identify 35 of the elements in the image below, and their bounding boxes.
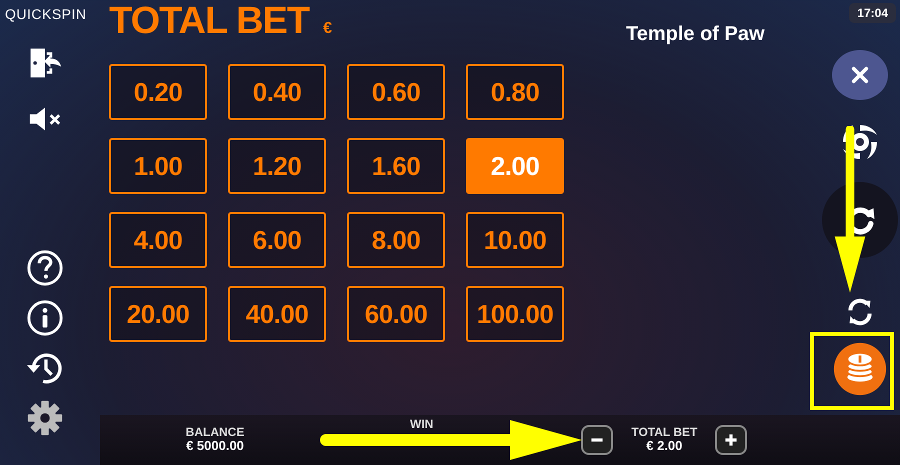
- bet-option[interactable]: 1.00: [109, 138, 208, 194]
- bet-option[interactable]: 8.00: [347, 212, 446, 268]
- increase-bet-button[interactable]: [715, 425, 748, 455]
- bet-option[interactable]: 1.20: [228, 138, 326, 194]
- bet-option[interactable]: 6.00: [228, 212, 326, 268]
- bet-option[interactable]: 0.80: [466, 64, 564, 120]
- close-icon: [851, 66, 869, 84]
- game-title: Temple of Paw: [626, 23, 765, 46]
- total-bet-title: TOTAL BET: [109, 0, 310, 43]
- sound-off-icon[interactable]: [28, 106, 62, 132]
- win-label: WIN: [410, 418, 434, 432]
- decrease-bet-button[interactable]: [581, 425, 614, 455]
- coin-stack-icon[interactable]: [833, 342, 887, 396]
- total-bet-label: TOTAL BET: [631, 426, 698, 440]
- bet-option[interactable]: 0.20: [109, 64, 208, 120]
- bet-option[interactable]: 60.00: [347, 286, 446, 342]
- bet-option[interactable]: 10.00: [466, 212, 564, 268]
- help-icon[interactable]: [26, 249, 64, 287]
- swirl-icon[interactable]: [840, 122, 880, 162]
- bet-option[interactable]: 0.60: [347, 64, 446, 120]
- bet-option[interactable]: 4.00: [109, 212, 208, 268]
- info-icon[interactable]: [26, 299, 64, 337]
- bet-option[interactable]: 20.00: [109, 286, 208, 342]
- bet-option[interactable]: 100.00: [466, 286, 564, 342]
- bet-option[interactable]: 1.60: [347, 138, 446, 194]
- currency-symbol: €: [323, 20, 332, 38]
- plus-icon: [723, 432, 740, 448]
- clock: 17:04: [849, 3, 896, 23]
- balance-label: BALANCE: [186, 426, 244, 440]
- brand-logo: QUICKSPIN: [4, 6, 87, 22]
- bet-option[interactable]: 40.00: [228, 286, 326, 342]
- balance-value: € 5000.00: [186, 439, 244, 454]
- bet-option[interactable]: 0.40: [228, 64, 326, 120]
- total-bet-value: € 2.00: [646, 439, 682, 454]
- settings-icon[interactable]: [26, 399, 64, 437]
